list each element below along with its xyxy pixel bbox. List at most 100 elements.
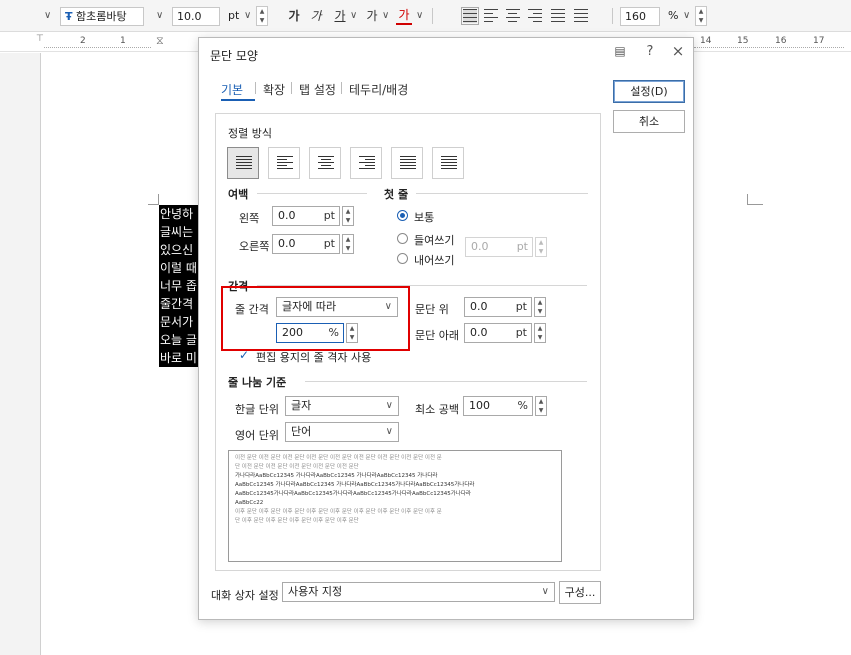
english-unit-dropdown[interactable]: 단어 ∨ [285, 422, 399, 442]
space-below-input[interactable]: 0.0 pt [464, 323, 532, 343]
strikethrough-dropdown-arrow[interactable]: ∨ [382, 7, 389, 26]
font-size-unit: pt [228, 9, 240, 22]
min-space-value: 100 [469, 399, 490, 412]
left-align-button[interactable] [268, 147, 300, 179]
tab-border-background[interactable]: 테두리/배경 [349, 81, 408, 98]
preview-line: 이전 문단 이전 문단 이전 문단 이전 문단 이전 문단 이전 문단 이전 문… [235, 455, 442, 461]
chevron-down-icon: ∨ [385, 400, 393, 411]
ruler-indent-marker-icon[interactable]: ⊤ [36, 34, 44, 44]
space-above-label: 문단 위 [415, 303, 449, 316]
help-button[interactable]: ? [641, 44, 659, 59]
font-type-icon: Ŧ [65, 10, 73, 23]
line-spacing-spinner[interactable]: ▲ ▼ [346, 323, 358, 343]
underline-dropdown-arrow[interactable]: ∨ [350, 7, 357, 26]
dialog-setting-dropdown[interactable]: 사용자 지정 ∨ [282, 582, 555, 602]
space-below-spinner[interactable]: ▲ ▼ [534, 323, 546, 343]
tab-extended[interactable]: 확장 [263, 81, 285, 98]
cancel-button[interactable]: 취소 [613, 110, 685, 133]
preview-line: 가나다라AaBbCc12345 가나다라AaBbCc12345 가나다라AaBb… [235, 473, 438, 479]
ruler-number: 16 [775, 36, 787, 46]
center-align-icon [318, 156, 334, 172]
justify-align-button[interactable] [227, 147, 259, 179]
ruler-tab-marker-icon[interactable]: ⧖ [156, 34, 164, 48]
dialog-option-icon[interactable]: ▤ [611, 44, 629, 58]
left-margin-value: 0.0 [278, 209, 296, 222]
divide-align-button[interactable] [432, 147, 464, 179]
crop-mark [148, 204, 159, 205]
font-name-dropdown-arrow[interactable]: ∨ [156, 7, 163, 26]
style-dropdown-arrow[interactable]: ∨ [44, 7, 51, 26]
right-margin-spinner[interactable]: ▲ ▼ [342, 234, 354, 254]
crop-mark [747, 204, 763, 205]
ruler-number: 1 [120, 36, 126, 46]
hangul-unit-dropdown[interactable]: 글자 ∨ [285, 396, 399, 416]
section-divider [257, 285, 587, 286]
underline-button[interactable]: 가 [332, 6, 348, 27]
first-line-indent-radio[interactable] [397, 233, 408, 244]
space-below-value: 0.0 [470, 326, 488, 339]
right-margin-input[interactable]: 0.0 pt [272, 234, 340, 254]
divide-align-icon [441, 156, 457, 172]
alignment-label: 정렬 방식 [228, 127, 272, 140]
center-align-icon[interactable] [506, 9, 520, 23]
ruler-number: 2 [80, 36, 86, 46]
right-margin-label: 오른쪽 [239, 240, 270, 253]
divide-align-icon[interactable] [574, 9, 588, 23]
space-above-spinner[interactable]: ▲ ▼ [534, 297, 546, 317]
first-line-value-input[interactable]: 0.0 pt [465, 237, 533, 257]
italic-button[interactable]: 가 [308, 6, 324, 27]
crop-mark [747, 194, 748, 204]
first-line-normal-radio[interactable] [397, 210, 408, 221]
font-unit-dropdown-arrow[interactable]: ∨ [244, 7, 251, 26]
spacing-section-label: 간격 [228, 280, 249, 293]
close-button[interactable]: × [669, 42, 687, 60]
first-line-unit: pt [516, 240, 528, 253]
compose-button[interactable]: 구성... [559, 581, 601, 604]
first-line-normal-label: 보통 [414, 211, 435, 224]
line-spacing-value: 200 [282, 326, 303, 339]
chevron-down-icon: ∨ [384, 301, 392, 312]
tab-basic[interactable]: 기본 [221, 81, 243, 98]
first-line-section-label: 첫 줄 [384, 188, 409, 201]
line-grid-checkbox[interactable]: ✓ [239, 349, 251, 361]
line-spacing-type-dropdown[interactable]: 글자에 따라 ∨ [276, 297, 398, 317]
center-align-button[interactable] [309, 147, 341, 179]
chevron-down-icon: ∨ [385, 426, 393, 437]
first-line-indent-label: 들여쓰기 [414, 234, 455, 247]
font-size-value: 10.0 [177, 10, 202, 23]
ok-button[interactable]: 설정(D) [613, 80, 685, 103]
space-above-input[interactable]: 0.0 pt [464, 297, 532, 317]
font-name-combo[interactable]: Ŧ 함초롬바탕 [60, 7, 144, 26]
min-space-spinner[interactable]: ▲ ▼ [535, 396, 547, 416]
line-grid-checkbox-label: 편집 용지의 줄 격자 사용 [256, 351, 372, 364]
space-above-value: 0.0 [470, 300, 488, 313]
line-spacing-value-input[interactable]: 200 % [276, 323, 344, 343]
font-size-spinner[interactable]: ▲ ▼ [256, 6, 268, 26]
left-margin-spinner[interactable]: ▲ ▼ [342, 206, 354, 226]
left-align-icon[interactable] [484, 9, 498, 23]
zoom-value: 160 [625, 10, 646, 23]
distribute-align-icon[interactable] [551, 9, 565, 23]
zoom-dropdown-arrow[interactable]: ∨ [683, 7, 690, 26]
first-line-hanging-radio[interactable] [397, 253, 408, 264]
dialog-setting-label: 대화 상자 설정 [211, 589, 279, 602]
tab-tab-settings[interactable]: 탭 설정 [299, 81, 336, 98]
first-line-spinner[interactable]: ▲ ▼ [535, 237, 547, 257]
min-space-input[interactable]: 100 % [463, 396, 533, 416]
bold-button[interactable]: 가 [286, 6, 302, 27]
justify-align-icon[interactable] [461, 7, 479, 25]
section-divider [305, 381, 587, 382]
zoom-input[interactable]: 160 [620, 7, 660, 26]
preview-line: AaBbCc12345가나다라AaBbCc12345가나다라AaBbCc1234… [235, 491, 471, 497]
left-margin-input[interactable]: 0.0 pt [272, 206, 340, 226]
font-color-dropdown-arrow[interactable]: ∨ [416, 7, 423, 26]
font-color-button[interactable]: 가 [396, 6, 412, 25]
tab-separator [291, 82, 292, 94]
right-align-icon [359, 156, 375, 172]
distribute-align-button[interactable] [391, 147, 423, 179]
right-align-icon[interactable] [528, 9, 542, 23]
font-size-input[interactable]: 10.0 [172, 7, 220, 26]
right-align-button[interactable] [350, 147, 382, 179]
zoom-spinner[interactable]: ▲ ▼ [695, 6, 707, 26]
strikethrough-button[interactable]: 가 [364, 6, 380, 27]
